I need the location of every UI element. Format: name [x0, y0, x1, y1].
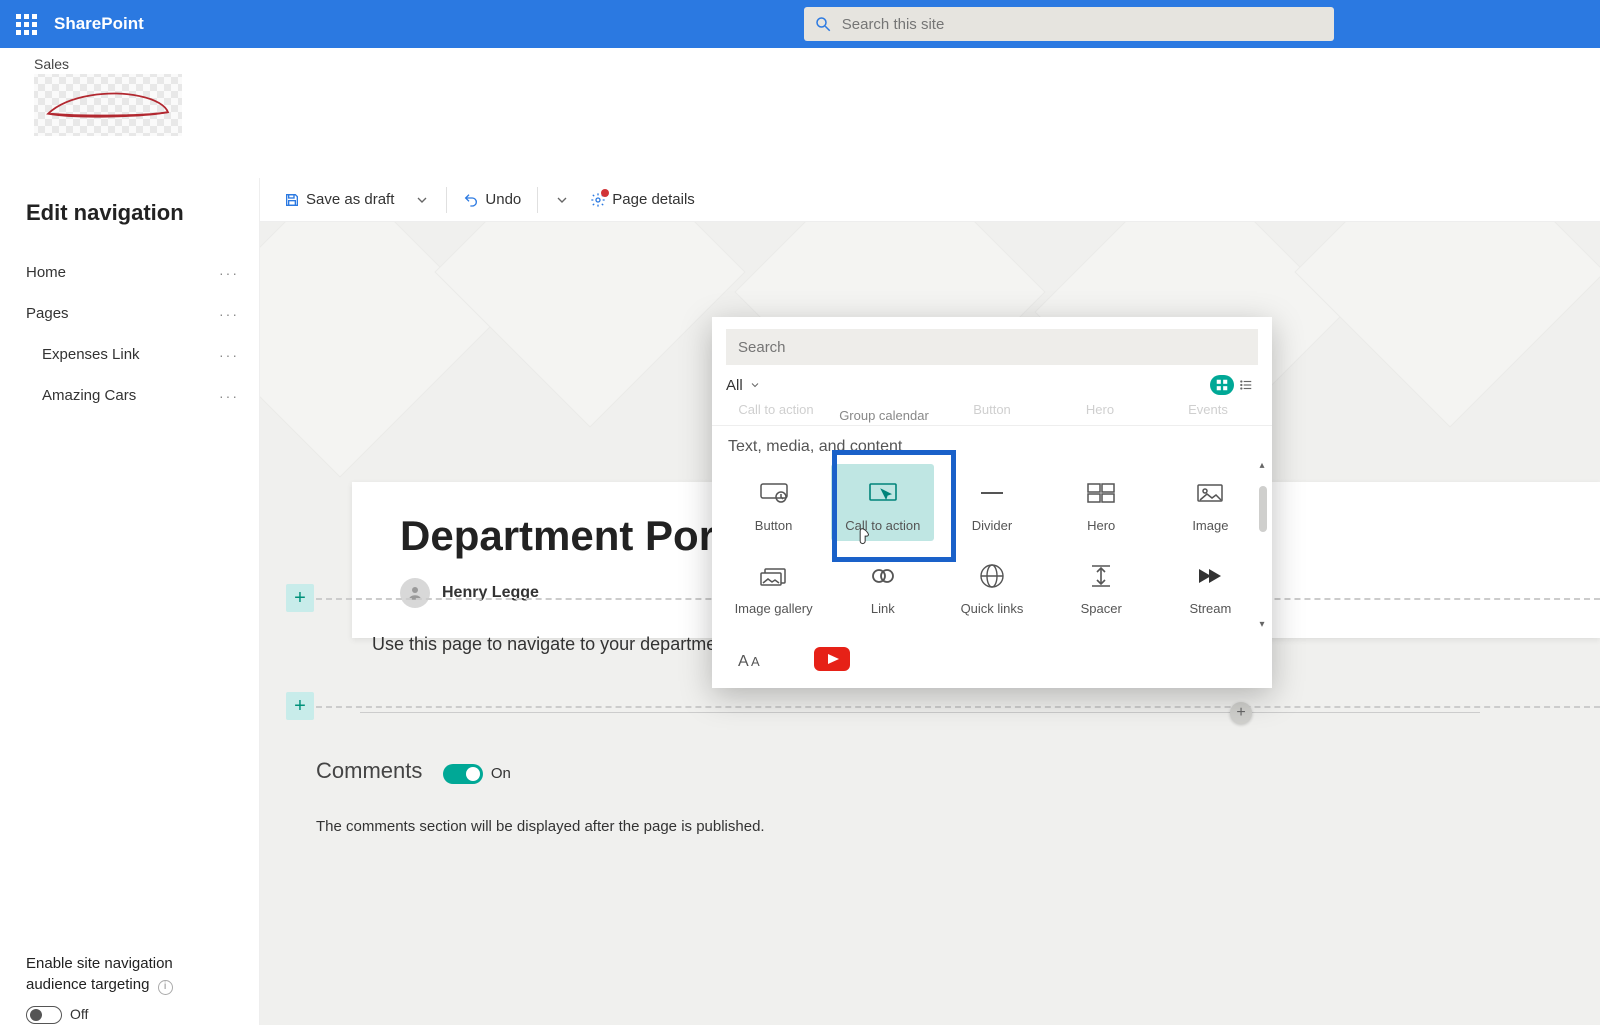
- notification-dot-icon: [601, 189, 609, 197]
- spacer-icon: [1090, 563, 1112, 589]
- webpart-spacer[interactable]: Spacer: [1050, 547, 1153, 624]
- call-to-action-icon: [868, 482, 898, 504]
- nav-item-menu-icon[interactable]: ···: [219, 388, 239, 404]
- page-details-button[interactable]: Page details: [584, 185, 701, 214]
- comments-toggle[interactable]: On: [443, 764, 511, 784]
- cursor-icon: [856, 526, 876, 548]
- webpart-search-input[interactable]: [726, 329, 1258, 365]
- webpart-button[interactable]: Button: [722, 464, 825, 541]
- page-intro-text[interactable]: Use this page to navigate to your depart…: [372, 634, 716, 655]
- avatar: [400, 578, 430, 608]
- webpart-text[interactable]: AA: [734, 640, 770, 678]
- youtube-icon: [814, 647, 850, 671]
- webpart-youtube[interactable]: [810, 640, 854, 678]
- webpart-image-gallery[interactable]: Image gallery: [722, 547, 825, 624]
- filter-all-dropdown[interactable]: All: [726, 377, 761, 394]
- site-header: Sales: [0, 48, 1600, 178]
- image-gallery-icon: [759, 565, 789, 587]
- svg-text:A: A: [751, 654, 760, 669]
- save-icon: [284, 192, 300, 208]
- webpart-link[interactable]: Link: [831, 547, 934, 624]
- command-bar: Save as draft Undo Page details: [260, 178, 1600, 222]
- webpart-stream[interactable]: Stream: [1159, 547, 1262, 624]
- text-icon: AA: [738, 648, 766, 670]
- webpart-quick-links[interactable]: Quick links: [940, 547, 1043, 624]
- webpart-divider[interactable]: Divider: [940, 464, 1043, 541]
- site-name[interactable]: Sales: [34, 56, 1566, 72]
- comments-section: Comments On The comments section will be…: [316, 758, 1560, 835]
- nav-item-label: Expenses Link: [42, 346, 140, 363]
- scroll-up-icon[interactable]: ▴: [1259, 460, 1264, 471]
- button-icon: [759, 482, 789, 504]
- left-navigation: Edit navigation Home ··· Pages ··· Expen…: [0, 178, 260, 1025]
- nav-title: Edit navigation: [26, 200, 239, 226]
- picker-scrollbar[interactable]: ▴ ▾: [1254, 456, 1270, 634]
- list-view-button[interactable]: [1234, 375, 1258, 395]
- add-section-button[interactable]: +: [286, 692, 314, 720]
- car-logo-icon: [44, 85, 172, 125]
- webpart-picker-popover: All Call to action Group calendar: [712, 317, 1272, 688]
- list-icon: [1239, 378, 1253, 392]
- save-as-draft-chevron[interactable]: [408, 186, 436, 214]
- nav-item-menu-icon[interactable]: ···: [219, 265, 239, 281]
- nav-item-label: Pages: [26, 305, 69, 322]
- section-hr: [360, 712, 1480, 713]
- webpart-hero[interactable]: Hero: [1050, 464, 1153, 541]
- chevron-down-icon: [554, 192, 570, 208]
- search-icon: [814, 15, 832, 33]
- add-section-button[interactable]: +: [286, 584, 314, 612]
- audience-targeting-setting: Enable site navigation audience targetin…: [26, 953, 239, 1025]
- nav-item-expenses-link[interactable]: Expenses Link ···: [26, 334, 239, 375]
- quick-links-icon: [979, 563, 1005, 589]
- previous-section-peek: Call to action Group calendar Button Her…: [712, 406, 1272, 426]
- undo-icon: [463, 192, 479, 208]
- scroll-thumb[interactable]: [1259, 486, 1267, 532]
- nav-item-pages[interactable]: Pages ···: [26, 293, 239, 334]
- site-logo[interactable]: [34, 74, 182, 136]
- toggle-state-label: Off: [70, 1005, 88, 1025]
- brand-label[interactable]: SharePoint: [54, 14, 144, 34]
- webpart-call-to-action[interactable]: Call to action: [831, 464, 934, 541]
- global-search-input[interactable]: [842, 16, 1324, 33]
- section-divider: [316, 706, 1600, 708]
- grid-icon: [1215, 378, 1229, 392]
- nav-item-amazing-cars[interactable]: Amazing Cars ···: [26, 375, 239, 416]
- link-icon: [868, 565, 898, 587]
- scroll-down-icon[interactable]: ▾: [1259, 619, 1264, 630]
- nav-item-menu-icon[interactable]: ···: [219, 306, 239, 322]
- image-icon: [1195, 482, 1225, 504]
- divider-icon: [977, 482, 1007, 504]
- app-launcher-icon[interactable]: [10, 8, 42, 40]
- info-icon[interactable]: i: [158, 980, 173, 995]
- nav-item-home[interactable]: Home ···: [26, 252, 239, 293]
- add-webpart-button[interactable]: +: [1230, 702, 1252, 724]
- picker-section-title: Text, media, and content: [712, 426, 1272, 456]
- global-search[interactable]: [804, 7, 1334, 41]
- hero-icon: [1086, 482, 1116, 504]
- content-area: Save as draft Undo Page details: [260, 178, 1600, 1025]
- comments-hint: The comments section will be displayed a…: [316, 818, 1560, 835]
- undo-button[interactable]: Undo: [457, 185, 527, 214]
- webpart-image[interactable]: Image: [1159, 464, 1262, 541]
- nav-item-menu-icon[interactable]: ···: [219, 347, 239, 363]
- chevron-down-icon: [414, 192, 430, 208]
- nav-item-label: Amazing Cars: [42, 387, 136, 404]
- save-as-draft-button[interactable]: Save as draft: [278, 185, 400, 214]
- stream-icon: [1195, 565, 1225, 587]
- audience-targeting-toggle[interactable]: Off: [26, 1005, 239, 1025]
- comments-label: Comments: [316, 758, 422, 784]
- undo-chevron[interactable]: [548, 186, 576, 214]
- grid-view-button[interactable]: [1210, 375, 1234, 395]
- toggle-state-label: On: [491, 765, 511, 782]
- suite-header: SharePoint: [0, 0, 1600, 48]
- nav-item-label: Home: [26, 264, 66, 281]
- view-toggle: [1210, 375, 1258, 395]
- chevron-down-icon: [749, 379, 761, 391]
- svg-text:A: A: [738, 653, 749, 670]
